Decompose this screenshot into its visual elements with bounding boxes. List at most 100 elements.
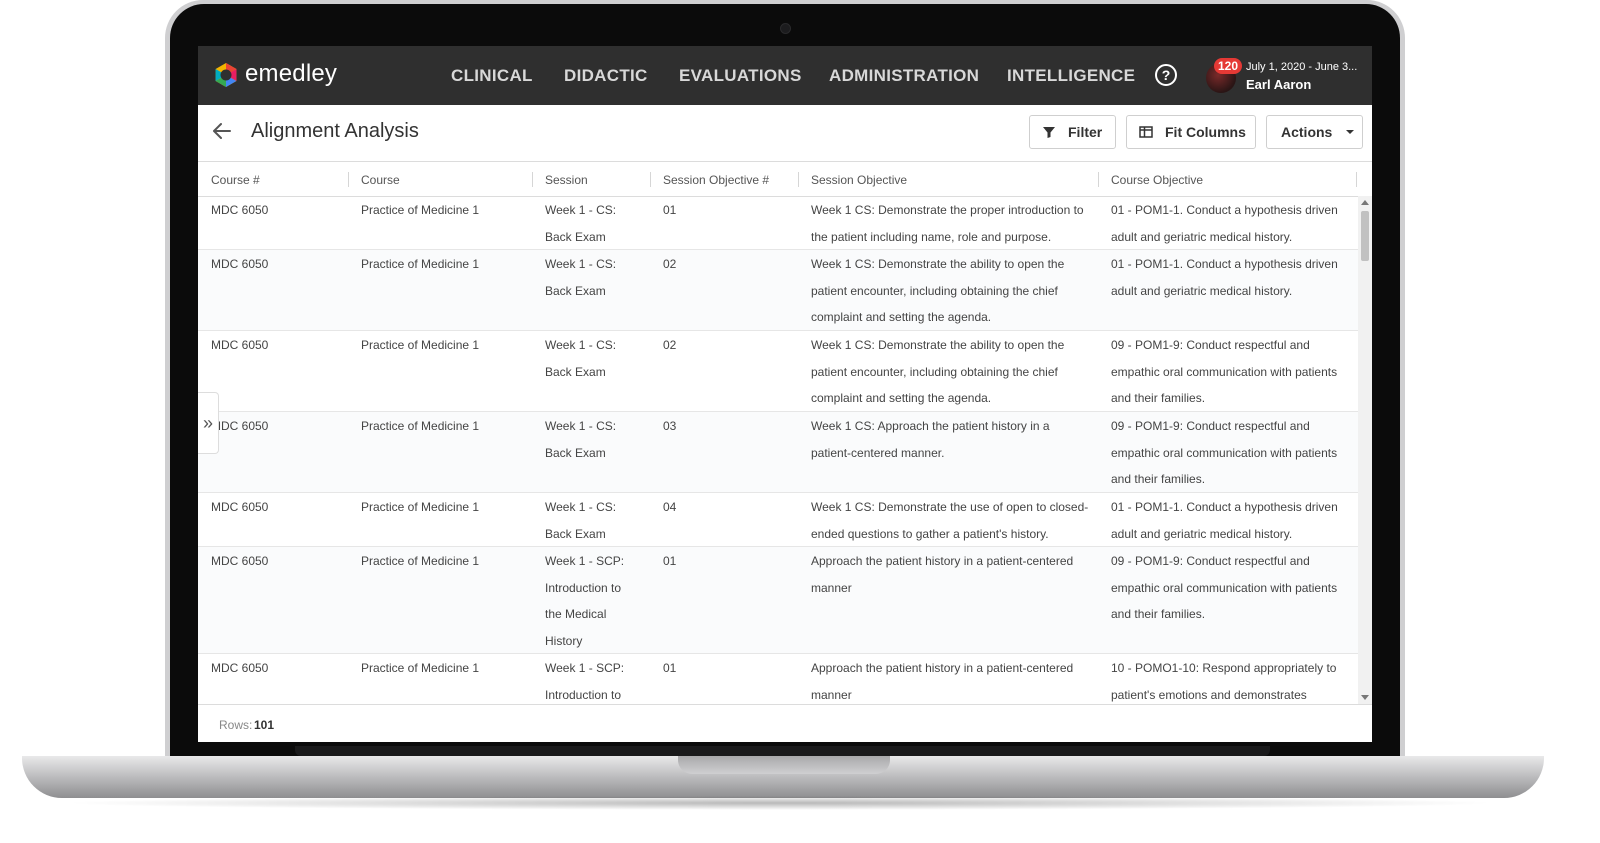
cell-course-objective: 01 - POM1-1. Conduct a hypothesis driven… (1111, 494, 1356, 547)
cell-line: Week 1 - CS: (545, 500, 617, 514)
laptop-shadow (60, 796, 1500, 810)
table-row[interactable]: MDC 6050 Practice of Medicine 1 Week 1 - S… (198, 654, 1358, 704)
cell-line: 01 - POM1-1. Conduct a hypothesis driven (1111, 203, 1338, 217)
column-resize-handle[interactable] (1356, 172, 1357, 187)
rows-label: Rows: (219, 718, 253, 732)
cell-session: Week 1 - SCP: Introduction to (545, 655, 650, 704)
cell-line: patient's emotions and demonstrates (1111, 687, 1307, 702)
cell-course-num: MDC 6050 (211, 203, 269, 217)
cell-course-num: MDC 6050 (211, 338, 269, 352)
cell-course-num: MDC 6050 (211, 257, 269, 271)
cell-line: Week 1 - CS: (545, 419, 617, 433)
cell-session-objective: Week 1 CS: Demonstrate the use of open t… (811, 494, 1096, 547)
cell-obj-num: 01 (663, 203, 677, 217)
cell-session-objective: Week 1 CS: Demonstrate the ability to op… (811, 251, 1096, 331)
brand-name[interactable]: emedley (245, 60, 337, 88)
academic-period[interactable]: July 1, 2020 - June 3... (1246, 61, 1358, 73)
cell-course-objective: 09 - POM1-9: Conduct respectful and empat… (1111, 332, 1356, 412)
column-header-course-num[interactable]: Course # (211, 173, 260, 187)
nav-administration[interactable]: ADMINISTRATION (829, 66, 979, 86)
cell-line: ended questions to gather a patient's hi… (811, 526, 1049, 541)
cell-line: adult and geriatric medical history. (1111, 283, 1293, 298)
cell-session: Week 1 - SCP: Introduction to the Medical H… (545, 548, 650, 654)
cell-line: Week 1 - SCP: (545, 554, 625, 568)
back-arrow-icon[interactable] (210, 119, 234, 143)
cell-line: 09 - POM1-9: Conduct respectful and (1111, 554, 1310, 568)
cell-line: complaint and setting the agenda. (811, 310, 992, 324)
scroll-thumb[interactable] (1361, 211, 1369, 261)
cell-line: Approach the patient history in a patien… (811, 554, 1074, 568)
cell-obj-num: 01 (663, 661, 677, 675)
cell-course-objective: 10 - POMO1-10: Respond appropriately to p… (1111, 655, 1356, 704)
cell-line: Week 1 - CS: (545, 338, 617, 352)
grid-header: Course # Course Session Session Objectiv… (198, 162, 1372, 197)
cell-course-num: MDC 6050 (211, 554, 269, 568)
column-resize-handle[interactable] (650, 172, 651, 187)
help-icon[interactable]: ? (1155, 64, 1177, 86)
cell-obj-num: 01 (663, 554, 677, 568)
column-header-session-objective[interactable]: Session Objective (811, 173, 907, 187)
table-row[interactable]: MDC 6050 Practice of Medicine 1 Week 1 - C… (198, 331, 1358, 412)
cell-obj-num: 04 (663, 500, 677, 514)
table-row[interactable]: MDC 6050 Practice of Medicine 1 Week 1 - C… (198, 250, 1358, 331)
page-title: Alignment Analysis (251, 120, 419, 142)
cell-session: Week 1 - CS: Back Exam (545, 197, 650, 250)
cell-line: and their families. (1111, 607, 1206, 621)
camera-icon (780, 23, 791, 34)
table-row[interactable]: MDC 6050 Practice of Medicine 1 Week 1 - C… (198, 412, 1358, 493)
cell-session-objective: Week 1 CS: Demonstrate the ability to op… (811, 332, 1096, 412)
cell-line: Back Exam (545, 283, 606, 298)
cell-line: empathic oral communication with patient… (1111, 580, 1338, 595)
vertical-scrollbar[interactable] (1358, 196, 1372, 704)
laptop-notch (678, 756, 890, 774)
cell-line: Week 1 CS: Demonstrate the ability to op… (811, 257, 1065, 271)
cell-session: Week 1 - CS: Back Exam (545, 251, 650, 304)
cell-line: complaint and setting the agenda. (811, 391, 992, 405)
cell-line: Week 1 CS: Demonstrate the ability to op… (811, 338, 1065, 352)
filter-button[interactable]: Filter (1029, 115, 1116, 149)
nav-evaluations[interactable]: EVALUATIONS (679, 66, 802, 86)
column-header-course-objective[interactable]: Course Objective (1111, 173, 1203, 187)
column-resize-handle[interactable] (798, 172, 799, 187)
cell-session-objective: Approach the patient history in a patien… (811, 655, 1096, 704)
cell-line: the patient including name, role and pur… (811, 229, 1052, 244)
table-row[interactable]: MDC 6050 Practice of Medicine 1 Week 1 - C… (198, 196, 1358, 250)
fit-columns-label: Fit Columns (1165, 124, 1246, 140)
scroll-down-icon[interactable] (1361, 695, 1369, 700)
table-row[interactable]: MDC 6050 Practice of Medicine 1 Week 1 - S… (198, 547, 1358, 654)
column-resize-handle[interactable] (532, 172, 533, 187)
cell-line: Week 1 CS: Approach the patient history … (811, 419, 1050, 433)
cell-course-num: MDC 6050 (211, 500, 269, 514)
column-resize-handle[interactable] (1098, 172, 1099, 187)
cell-line: the Medical (545, 607, 607, 621)
user-name[interactable]: Earl Aaron (1246, 77, 1311, 92)
grid-footer: Rows: 101 (198, 704, 1372, 742)
cell-course-num: MDC 6050 (211, 419, 269, 433)
column-header-session[interactable]: Session (545, 173, 588, 187)
rows-count: 101 (254, 718, 275, 732)
emedley-logo-icon[interactable] (213, 62, 239, 88)
expand-sidebar-icon[interactable]: » (198, 392, 219, 454)
cell-line: Introduction to (545, 687, 622, 702)
laptop-hinge (295, 746, 1270, 756)
cell-course-objective: 01 - POM1-1. Conduct a hypothesis driven… (1111, 251, 1356, 304)
grid-body: MDC 6050 Practice of Medicine 1 Week 1 - C… (198, 196, 1358, 704)
scroll-up-icon[interactable] (1361, 200, 1369, 205)
filter-icon (1043, 127, 1055, 138)
cell-line: Week 1 - CS: (545, 203, 617, 217)
nav-clinical[interactable]: CLINICAL (451, 66, 533, 86)
nav-didactic[interactable]: DIDACTIC (564, 66, 648, 86)
cell-course: Practice of Medicine 1 (361, 661, 480, 675)
column-header-course[interactable]: Course (361, 173, 400, 187)
cell-line: 09 - POM1-9: Conduct respectful and (1111, 419, 1310, 433)
notification-badge[interactable]: 120 (1214, 58, 1243, 74)
actions-button[interactable]: Actions (1266, 115, 1363, 149)
column-resize-handle[interactable] (348, 172, 349, 187)
nav-intelligence[interactable]: INTELLIGENCE (1007, 66, 1135, 86)
cell-course: Practice of Medicine 1 (361, 203, 480, 217)
column-header-session-objective-num[interactable]: Session Objective # (663, 173, 769, 187)
cell-line: patient-centered manner. (811, 445, 945, 460)
table-row[interactable]: MDC 6050 Practice of Medicine 1 Week 1 - C… (198, 493, 1358, 547)
fit-columns-button[interactable]: Fit Columns (1126, 115, 1256, 149)
cell-line: Introduction to (545, 580, 622, 595)
